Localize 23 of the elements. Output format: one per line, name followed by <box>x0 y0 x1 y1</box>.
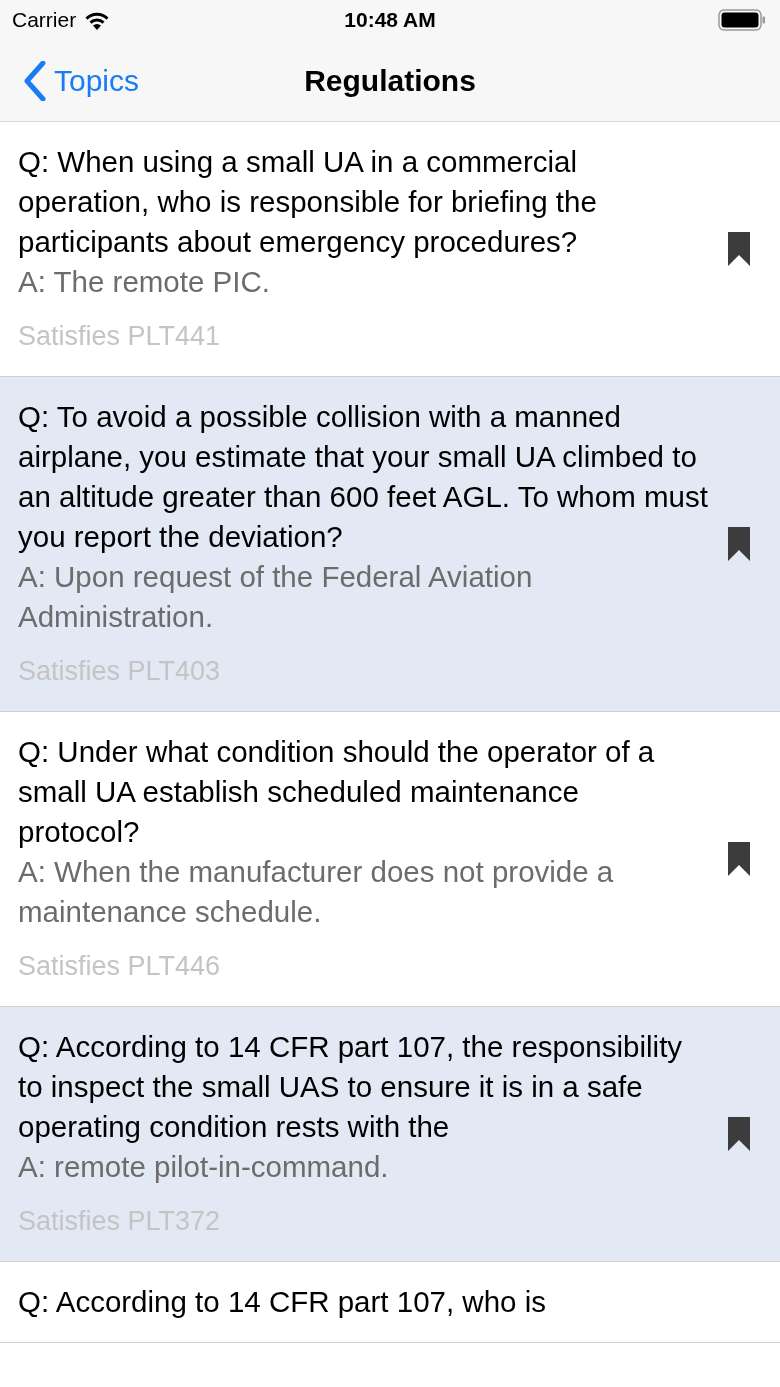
status-time: 10:48 AM <box>344 8 436 32</box>
bookmark-icon[interactable] <box>728 527 750 561</box>
reference-text: Satisfies PLT446 <box>18 950 222 983</box>
question-text: Q: Under what condition should the operator of a small UA establish scheduled maintenance protocol? <box>18 734 656 850</box>
question-text: Q: According to 14 CFR part 107, who is <box>18 1284 547 1320</box>
bookmark-icon[interactable] <box>728 1117 750 1151</box>
chevron-left-icon <box>24 60 46 101</box>
back-button[interactable]: Topics <box>0 60 140 101</box>
battery-icon <box>718 9 766 31</box>
answer-text: A: Upon request of the Federal Aviation Administration. <box>18 559 534 635</box>
answer-text: A: When the manufacturer does not provide a maintenance schedule. <box>18 854 615 930</box>
question-text: Q: According to 14 CFR part 107, the responsibility to inspect the small UAS to ensure it is in a safe operating condition rests with the <box>18 1029 684 1145</box>
bookmark-icon[interactable] <box>728 842 750 876</box>
wifi-icon <box>84 10 111 30</box>
question-text: Q: To avoid a possible collision with a manned airplane, you estimate that your small UA climbed to an altitude greater than 600 feet AGL. To whom must you report the deviation? <box>18 399 708 555</box>
carrier-name: Carrier <box>12 8 77 32</box>
reference-text: Satisfies PLT441 <box>18 320 222 353</box>
answer-text: A: The remote PIC. <box>18 264 271 300</box>
answer-text: A: remote pilot-in-command. <box>18 1149 390 1185</box>
screen-title: Regulations <box>304 63 476 98</box>
bookmark-icon[interactable] <box>728 232 750 266</box>
question-row[interactable] <box>0 377 780 712</box>
question-text: Q: When using a small UA in a commercial operation, who is responsible for briefing the participants about emergency procedures? <box>18 144 598 260</box>
